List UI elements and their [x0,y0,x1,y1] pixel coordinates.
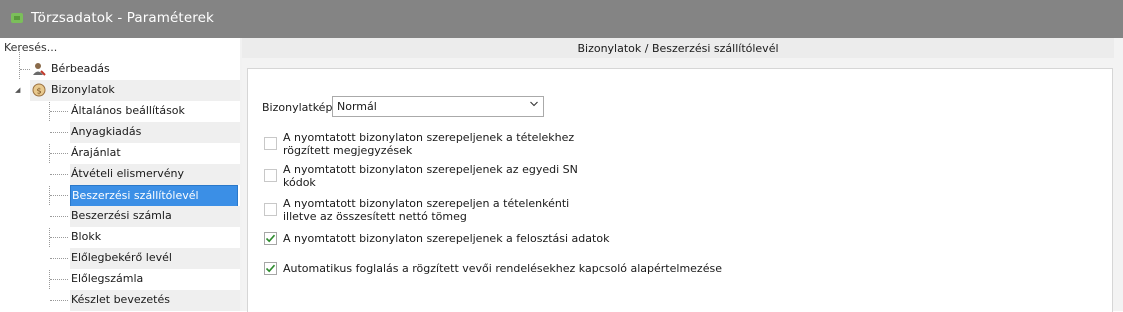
tree-item-label: Árajánlat [71,146,121,159]
option-checkbox-sn-kodok[interactable] [264,169,277,182]
tree-item-berbeadas[interactable]: Bérbeadás [0,59,240,80]
coin-icon: $ [32,83,46,97]
tree-item-selected[interactable]: Beszerzési szállítólevél [0,185,240,207]
person-icon [33,63,46,76]
option-checkbox-automatikus-foglalas[interactable] [264,262,277,275]
tree-item-child[interactable]: Árajánlat [0,143,240,164]
option-checkbox-megjegyzesek[interactable] [264,137,277,150]
app-icon [11,13,23,23]
option-label-sn-kodok: A nyomtatott bizonylaton szerepeljenek a… [283,163,578,189]
select-value: Normál [337,100,377,113]
chevron-down-icon [530,101,538,107]
sidebar: Keresés... Bérbeadás ◢ $ Bizonylatok Ált… [0,38,240,311]
svg-text:$: $ [37,87,42,96]
tree-item-child[interactable]: Készlet bevezetés [0,290,240,311]
tree-item-child[interactable]: Általános beállítások [0,101,240,122]
checkmark-icon [265,264,276,273]
tree-item-child[interactable]: Beszerzési számla [0,206,240,227]
tree-item-label: Beszerzési szállítólevél [70,185,238,207]
bizonylatkep-label: Bizonylatkép: [262,101,337,114]
tree-item-bizonylatok[interactable]: ◢ $ Bizonylatok [0,80,240,101]
bizonylatkep-select[interactable]: Normál [332,96,544,117]
tree-item-label: Előlegszámla [71,272,144,285]
tree-item-child[interactable]: Átvételi elismervény [0,164,240,185]
title-bar: Törzsadatok - Paraméterek [0,0,1123,38]
option-label-megjegyzesek: A nyomtatott bizonylaton szerepeljenek a… [283,131,575,157]
collapse-arrow-icon[interactable]: ◢ [15,86,20,94]
tree-item-label: Bizonylatok [51,83,115,96]
tree-item-label: Blokk [71,230,102,243]
window-title: Törzsadatok - Paraméterek [31,10,214,26]
option-checkbox-felosztasi-adatok[interactable] [264,232,277,245]
option-label-felosztasi-adatok: A nyomtatott bizonylaton szerepeljenek a… [283,232,610,245]
search-input[interactable]: Keresés... [4,40,238,56]
option-label-automatikus-foglalas: Automatikus foglalás a rögzített vevői r… [283,262,722,275]
tree-item-label: Átvételi elismervény [71,167,184,180]
option-checkbox-netto-tomeg[interactable] [264,203,277,216]
breadcrumb: Bizonylatok / Beszerzési szállítólevél [242,38,1114,59]
tree-item-child[interactable]: Előlegszámla [0,269,240,290]
tree-item-label: Anyagkiadás [71,125,142,138]
tree-item-child[interactable]: Előlegbekérő levél [0,248,240,269]
option-label-netto-tomeg: A nyomtatott bizonylaton szerepeljen a t… [283,197,570,223]
tree-item-child[interactable]: Anyagkiadás [0,122,240,143]
tree-item-label: Készlet bevezetés [71,293,170,306]
tree-item-label: Általános beállítások [71,104,185,117]
checkmark-icon [265,234,276,243]
tree-item-label: Bérbeadás [51,62,110,75]
scroll-area [1114,38,1123,311]
tree-item-label: Előlegbekérő levél [71,251,172,264]
tree-item-child[interactable]: Blokk [0,227,240,248]
tree-item-label: Beszerzési számla [71,209,172,222]
